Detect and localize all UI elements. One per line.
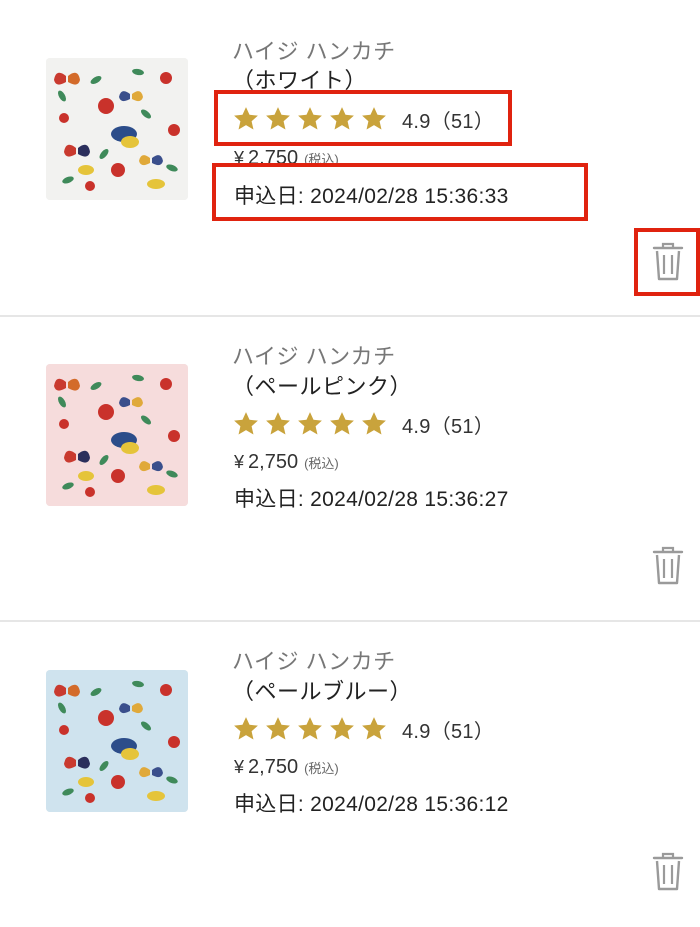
rating-score: 4.9（51） <box>402 110 495 133</box>
product-variant[interactable]: （ペールブルー） <box>232 674 412 706</box>
rating-score: 4.9（51） <box>402 720 495 743</box>
rating-stars <box>232 410 388 438</box>
star-icon <box>264 105 292 133</box>
star-icon <box>328 410 356 438</box>
handkerchief-image <box>46 364 188 506</box>
currency-symbol: ¥ <box>234 452 245 472</box>
product-name[interactable]: ハイジ ハンカチ <box>232 34 396 66</box>
currency-symbol: ¥ <box>234 148 245 168</box>
price-value: 2,750 <box>248 451 299 473</box>
price: ¥2,750 (税込) <box>234 147 339 170</box>
star-icon <box>296 105 324 133</box>
delete-button[interactable] <box>652 546 684 586</box>
star-icon <box>296 410 324 438</box>
rating-stars <box>232 105 388 133</box>
rating: 4.9（51） <box>232 104 494 134</box>
star-icon <box>232 410 260 438</box>
star-icon <box>328 715 356 743</box>
price: ¥2,750 (税込) <box>234 756 339 779</box>
product-thumbnail[interactable] <box>46 364 188 506</box>
rating: 4.9（51） <box>232 714 494 744</box>
delete-button[interactable] <box>652 242 684 282</box>
rating-stars <box>232 715 388 743</box>
currency-symbol: ¥ <box>234 757 245 777</box>
star-icon <box>264 410 292 438</box>
star-icon <box>264 715 292 743</box>
star-icon <box>360 715 388 743</box>
trash-icon <box>652 242 684 282</box>
application-date: 申込日: 2024/02/28 15:36:12 <box>234 793 509 816</box>
handkerchief-image <box>46 670 188 812</box>
product-thumbnail[interactable] <box>46 58 188 200</box>
cart-item: ハイジ ハンカチ （ペールピンク） 4.9（51） ¥2,750 (税込) 申込日… <box>0 317 700 622</box>
cart-item: ハイジ ハンカチ （ペールブルー） 4.9（51） ¥2,750 (税込) 申込日… <box>0 622 700 927</box>
product-name[interactable]: ハイジ ハンカチ <box>232 644 396 676</box>
star-icon <box>360 105 388 133</box>
star-icon <box>296 715 324 743</box>
star-icon <box>232 715 260 743</box>
trash-icon <box>652 852 684 892</box>
cart-item: ハイジ ハンカチ （ホワイト） 4.9（51） ¥2,750 (税込) 申込日: … <box>0 0 700 305</box>
product-thumbnail[interactable] <box>46 670 188 812</box>
product-variant[interactable]: （ホワイト） <box>232 63 367 95</box>
tax-label: (税込) <box>304 152 339 167</box>
rating-score: 4.9（51） <box>402 415 495 438</box>
tax-label: (税込) <box>304 761 339 776</box>
trash-icon <box>652 546 684 586</box>
application-date: 申込日: 2024/02/28 15:36:33 <box>234 185 509 208</box>
price-value: 2,750 <box>248 756 299 778</box>
price-value: 2,750 <box>248 147 299 169</box>
product-name[interactable]: ハイジ ハンカチ <box>232 339 396 371</box>
handkerchief-image <box>46 58 188 200</box>
star-icon <box>232 105 260 133</box>
tax-label: (税込) <box>304 456 339 471</box>
price: ¥2,750 (税込) <box>234 451 339 474</box>
star-icon <box>360 410 388 438</box>
rating: 4.9（51） <box>232 409 494 439</box>
product-variant[interactable]: （ペールピンク） <box>232 369 412 401</box>
delete-button[interactable] <box>652 852 684 892</box>
star-icon <box>328 105 356 133</box>
application-date: 申込日: 2024/02/28 15:36:27 <box>234 488 509 511</box>
